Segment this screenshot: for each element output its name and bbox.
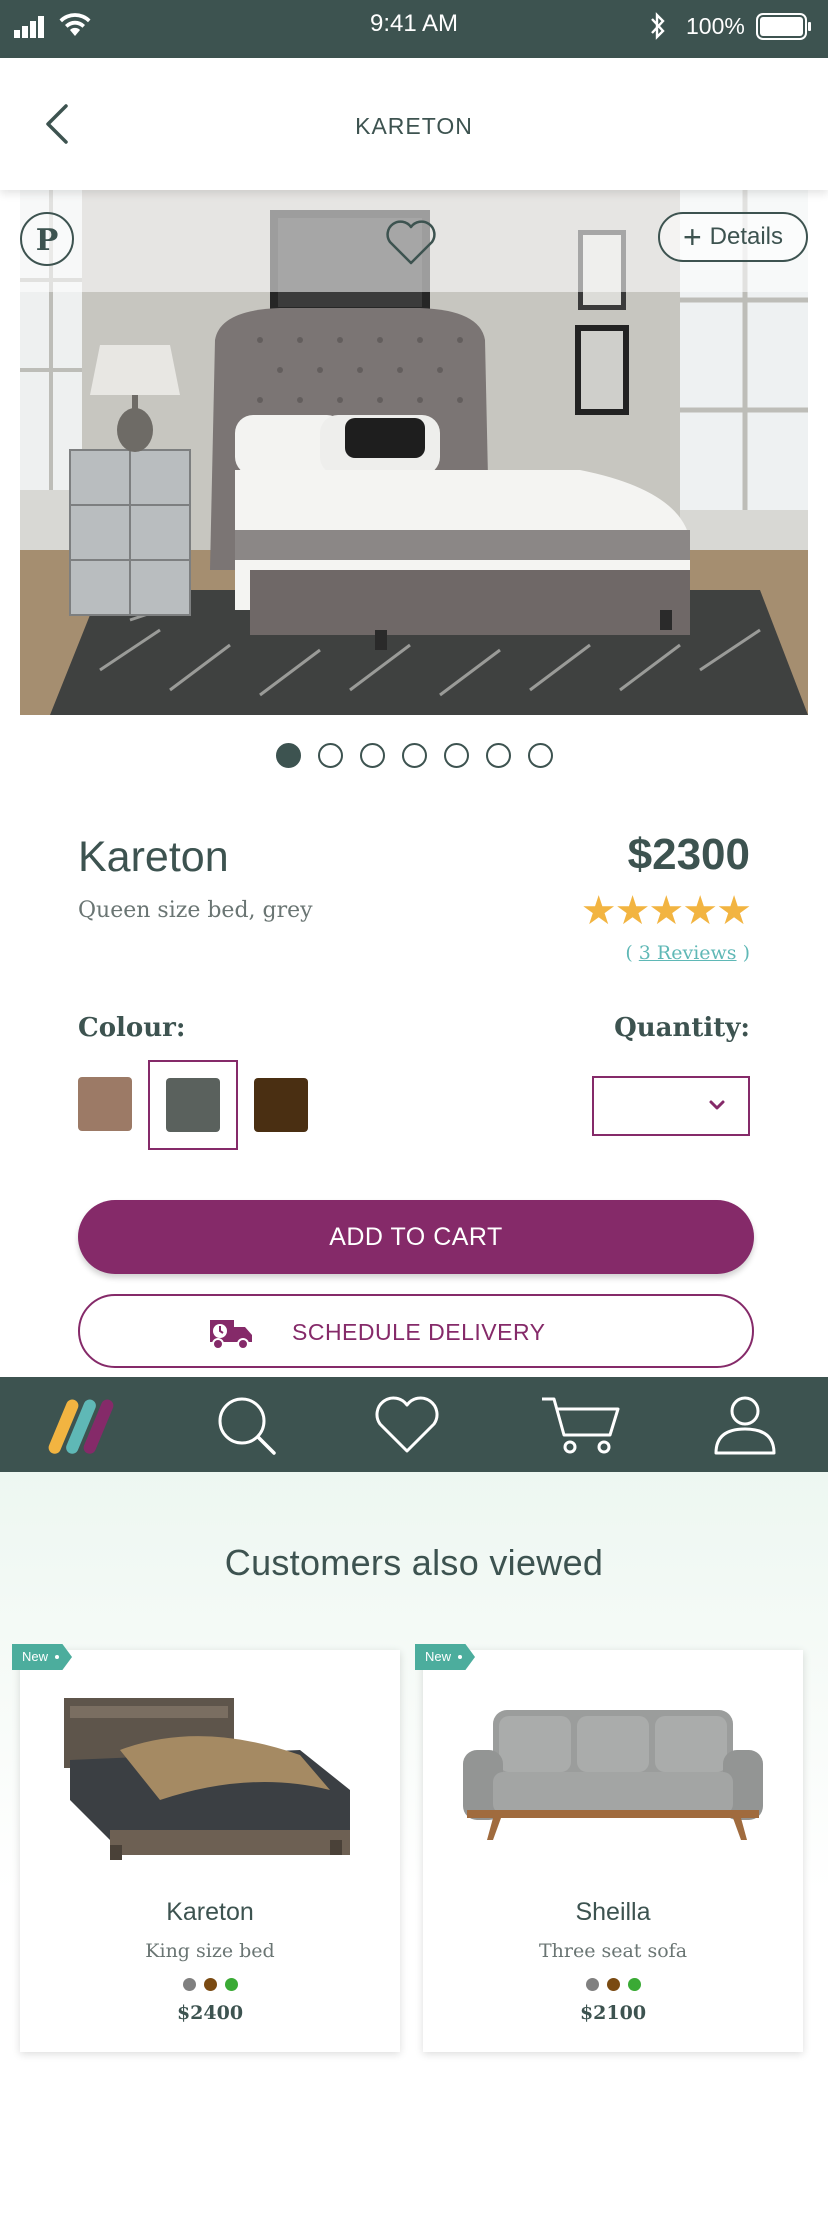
carousel-dot-6[interactable] xyxy=(485,743,511,768)
card-product-description: King size bed xyxy=(145,1940,275,1962)
carousel-dots xyxy=(0,743,828,768)
product-card-kareton[interactable]: New Kareton King size bed $2400 xyxy=(12,1644,400,2052)
product-price: $2300 xyxy=(627,830,750,879)
colour-swatch-brown[interactable] xyxy=(78,1077,132,1131)
new-badge: New xyxy=(415,1644,476,1670)
mini-swatch-grey[interactable] xyxy=(182,1978,196,1991)
schedule-delivery-button[interactable]: SCHEDULE DELIVERY xyxy=(78,1294,754,1368)
new-badge: New xyxy=(12,1644,73,1670)
carousel-dot-4[interactable] xyxy=(401,743,427,768)
card-product-price: $2400 xyxy=(176,2002,244,2024)
pinterest-icon: P xyxy=(35,223,59,258)
product-image-carousel[interactable]: P + Details xyxy=(20,190,808,715)
battery-icon xyxy=(756,13,811,40)
carousel-dot-2[interactable] xyxy=(317,743,343,768)
page-title: KARETON xyxy=(355,113,473,139)
details-button[interactable]: + Details xyxy=(658,212,808,262)
bluetooth-icon xyxy=(651,12,665,40)
status-bar: 9:41 AM 100% xyxy=(0,0,828,58)
card-product-name: Sheilla xyxy=(575,1898,651,1926)
colour-swatch-grey[interactable] xyxy=(166,1078,220,1132)
details-label: Details xyxy=(709,223,784,250)
carousel-dot-7[interactable] xyxy=(527,743,553,768)
favorite-heart-icon[interactable] xyxy=(383,216,439,268)
quantity-dropdown[interactable] xyxy=(592,1076,750,1136)
carousel-dot-3[interactable] xyxy=(359,743,385,768)
mini-swatch-brown[interactable] xyxy=(606,1978,620,1991)
card-product-name: Kareton xyxy=(166,1898,254,1926)
quantity-label: Quantity: xyxy=(614,1013,750,1043)
also-viewed-section: Customers also viewed New Kareton King s… xyxy=(0,1472,828,2230)
home-logo-icon[interactable] xyxy=(46,1391,116,1457)
card-colour-options xyxy=(423,1978,803,1991)
product-name: Kareton xyxy=(78,833,229,881)
product-card-sheilla[interactable]: New Sheilla Three seat sofa $2100 xyxy=(415,1644,803,2052)
reviews: ( 3 Reviews ) xyxy=(625,942,750,964)
pinterest-button[interactable]: P xyxy=(20,212,74,266)
king-bed-thumbnail xyxy=(64,1698,350,1860)
colour-label: Colour: xyxy=(78,1013,186,1043)
delivery-truck-icon xyxy=(210,1320,252,1350)
add-to-cart-button[interactable]: ADD TO CART xyxy=(78,1200,754,1274)
card-product-description: Three seat sofa xyxy=(538,1940,688,1962)
heart-icon[interactable] xyxy=(372,1391,442,1457)
search-icon[interactable] xyxy=(212,1391,282,1457)
mini-swatch-brown[interactable] xyxy=(203,1978,217,1991)
schedule-delivery-label: SCHEDULE DELIVERY xyxy=(292,1319,546,1345)
mini-swatch-green[interactable] xyxy=(224,1978,238,1991)
profile-icon[interactable] xyxy=(710,1391,780,1457)
battery-percentage: 100% xyxy=(686,13,745,39)
cart-icon[interactable] xyxy=(540,1391,622,1457)
card-colour-options xyxy=(20,1978,400,1991)
carousel-dot-1[interactable] xyxy=(275,743,301,768)
reviews-close-paren: ) xyxy=(736,942,750,964)
bottom-tab-bar xyxy=(0,1377,828,1472)
colour-swatch-dark-brown[interactable] xyxy=(254,1078,308,1132)
carousel-dot-5[interactable] xyxy=(443,743,469,768)
card-product-price: $2100 xyxy=(579,2002,647,2024)
navigation-header: KARETON xyxy=(0,58,828,190)
mini-swatch-green[interactable] xyxy=(627,1978,641,1991)
chevron-down-icon xyxy=(709,1100,725,1110)
product-subtitle: Queen size bed, grey xyxy=(78,898,313,923)
reviews-open-paren: ( xyxy=(625,942,639,964)
also-viewed-title: Customers also viewed xyxy=(224,1542,604,1583)
mini-swatch-grey[interactable] xyxy=(585,1978,599,1991)
reviews-link[interactable]: 3 Reviews xyxy=(639,942,737,964)
sofa-thumbnail xyxy=(463,1710,763,1840)
star-rating: ★★★★★ xyxy=(580,889,752,933)
plus-icon: + xyxy=(682,219,702,255)
